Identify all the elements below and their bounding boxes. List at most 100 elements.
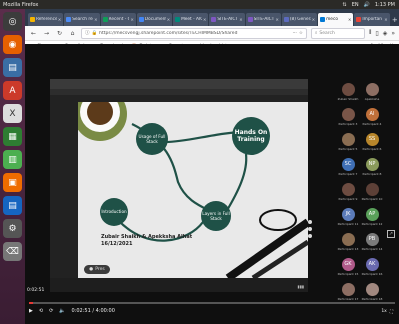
forward-button[interactable]: → (42, 30, 51, 37)
fullscreen-icon[interactable]: ⛶ (390, 309, 393, 315)
avatar: SS (365, 132, 379, 146)
node-usage-label: Usage of Full Stack (138, 133, 166, 144)
info-icon[interactable]: ⓘ (85, 30, 90, 36)
tab-4[interactable]: Meet - AIC ✕ (173, 13, 209, 26)
participant-tile[interactable]: Zubair Shaikh (337, 80, 359, 103)
participant-tile[interactable]: Participant 10 (361, 180, 383, 203)
participant-grid: Zubair Shaikh Apekksha Participant 3 AI Part… (337, 80, 385, 301)
tab-close-icon[interactable]: ✕ (203, 17, 206, 22)
participant-name: Participant 7 (338, 171, 358, 176)
url-bar[interactable]: ⓘ 🔒 https://mecsvengj.sharepoint.com/sit… (81, 27, 307, 39)
participant-tile[interactable]: AI Participant 4 (361, 105, 383, 128)
participant-name: Participant 4 (362, 121, 382, 126)
play-icon[interactable]: ▶ (29, 308, 33, 314)
participant-tile[interactable]: Participant 9 (337, 180, 359, 203)
participant-tile[interactable]: SS Participant 6 (361, 130, 383, 153)
participant-tile[interactable]: PB Participant 14 (361, 230, 383, 253)
impress-icon[interactable]: ▣ (3, 173, 22, 192)
tab-8[interactable]: meco ✕ (318, 13, 354, 26)
reload-button[interactable]: ↻ (55, 30, 64, 37)
keyboard-layout-indicator[interactable]: EN (352, 2, 359, 8)
participant-tile[interactable]: Participant 3 (337, 105, 359, 128)
volume-icon[interactable]: 🔊 (364, 2, 370, 8)
video-player-bar: 0:02:51 ▶ ⟲ ⟳ 🔈 0:02:51 / 4:00:00 1x ⛶ (25, 288, 399, 324)
participant-tile[interactable]: NP Participant 8 (361, 155, 383, 178)
participant-tile[interactable]: GK Participant 15 (337, 255, 359, 278)
extension-icon[interactable]: ◈ (383, 30, 388, 37)
rewind-icon[interactable]: ⟲ (39, 308, 43, 314)
system-tray[interactable]: ⇅ EN 🔊 1:13 PM (343, 2, 399, 8)
tab-label: Meet - AIC (181, 17, 202, 22)
terminal-icon[interactable]: X (3, 104, 22, 123)
presenting-chip[interactable]: ● Pres (84, 265, 110, 274)
tab-3[interactable]: Document ✕ (136, 13, 173, 26)
network-icon[interactable]: ⇅ (343, 2, 347, 8)
tab-close-icon[interactable]: ✕ (384, 17, 387, 22)
tab-7[interactable]: (8) Genera ✕ (281, 13, 318, 26)
bookmark-star-icon[interactable]: ☆ (299, 31, 303, 36)
page-actions-icon[interactable]: ··· (293, 31, 297, 36)
search-bar[interactable]: ⌕ Search (310, 27, 365, 39)
time-display: 0:02:51 / 4:00:00 (71, 308, 115, 314)
tab-label: SITE-AICT (217, 17, 238, 22)
tab-close-icon[interactable]: ✕ (239, 17, 242, 22)
home-button[interactable]: ⌂ (68, 30, 77, 37)
participant-tile[interactable]: Apekksha (361, 80, 383, 103)
playback-speed[interactable]: 1x (381, 309, 387, 315)
tab-5[interactable]: SITE-AICT ✕ (209, 13, 245, 26)
lock-icon[interactable]: 🔒 (92, 31, 98, 36)
settings-icon[interactable]: ⚙ (3, 219, 22, 238)
tab-close-icon[interactable]: ✕ (94, 17, 97, 22)
participant-name: Participant 3 (338, 121, 358, 126)
library-icon[interactable]: ⫴ (369, 29, 372, 37)
ubuntu-dash-icon[interactable]: ◎ (3, 12, 22, 31)
participant-name: Participant 6 (362, 146, 382, 151)
slide-date: 16/12/2021 (101, 240, 133, 247)
software-center-icon[interactable]: A (3, 81, 22, 100)
participant-tile[interactable]: Participant 5 (337, 130, 359, 153)
tab-0[interactable]: Reference ✕ (28, 13, 64, 26)
participant-tile[interactable]: AK Participant 16 (361, 255, 383, 278)
participant-tile[interactable]: JK Participant 11 (337, 205, 359, 228)
tab-close-icon[interactable]: ✕ (58, 17, 61, 22)
back-button[interactable]: ← (29, 30, 38, 37)
shared-browser-toolbar (50, 89, 308, 95)
avatar (341, 282, 355, 296)
tab-2[interactable]: Recent - Co✕ (100, 13, 136, 26)
search-placeholder: Search (319, 30, 335, 36)
video-viewer[interactable]: Usage of Full Stack Hands On Training In… (25, 44, 399, 301)
tab-close-icon[interactable]: ✕ (130, 17, 133, 22)
participant-tile[interactable]: Participant 13 (337, 230, 359, 253)
calc-icon[interactable]: ▥ (3, 150, 22, 169)
participant-tile[interactable]: AP Participant 12 (361, 205, 383, 228)
player-right-controls: 1x ⛶ (381, 309, 393, 315)
writer-icon[interactable]: ▤ (3, 196, 22, 215)
clock[interactable]: 1:13 PM (375, 2, 395, 8)
tab-close-icon[interactable]: ✕ (167, 17, 170, 22)
forward-icon[interactable]: ⟳ (49, 308, 53, 314)
spreadsheet-icon[interactable]: ▦ (3, 127, 22, 146)
tab-favicon-icon (356, 17, 362, 22)
new-tab-button[interactable]: + (391, 13, 399, 26)
app-launcher: ◎ ◉ ▤ A X ▦ ▥ ▣ ▤ ⚙ ⌫ (0, 9, 25, 324)
shared-clock: ▮▮▮ (297, 284, 304, 289)
tab-close-icon[interactable]: ✕ (312, 17, 315, 22)
volume-icon[interactable]: 🔈 (59, 308, 65, 314)
participant-tile[interactable]: SC Participant 7 (337, 155, 359, 178)
tab-1[interactable]: Search res ✕ (64, 13, 100, 26)
tab-close-icon[interactable]: ✕ (276, 17, 279, 22)
seek-bar[interactable] (29, 302, 395, 304)
firefox-icon[interactable]: ◉ (3, 35, 22, 54)
expand-icon[interactable]: ↗ (387, 230, 395, 238)
tab-9[interactable]: Importan ✕ (354, 13, 390, 26)
tab-6[interactable]: SITE-AICT ✕ (245, 13, 281, 26)
tab-close-icon[interactable]: ✕ (348, 17, 351, 22)
trash-icon[interactable]: ⌫ (3, 242, 22, 261)
url-text[interactable]: https://mecsvengj.sharepoint.com/sites/T… (99, 31, 290, 36)
shared-taskbar: ▮▮▮ (50, 278, 308, 292)
tab-label: SITE-AICT (253, 17, 275, 22)
overflow-menu-icon[interactable]: » (391, 30, 395, 37)
sidebar-icon[interactable]: ▯ (375, 30, 378, 37)
files-icon[interactable]: ▤ (3, 58, 22, 77)
tab-label: Importan (362, 17, 383, 22)
